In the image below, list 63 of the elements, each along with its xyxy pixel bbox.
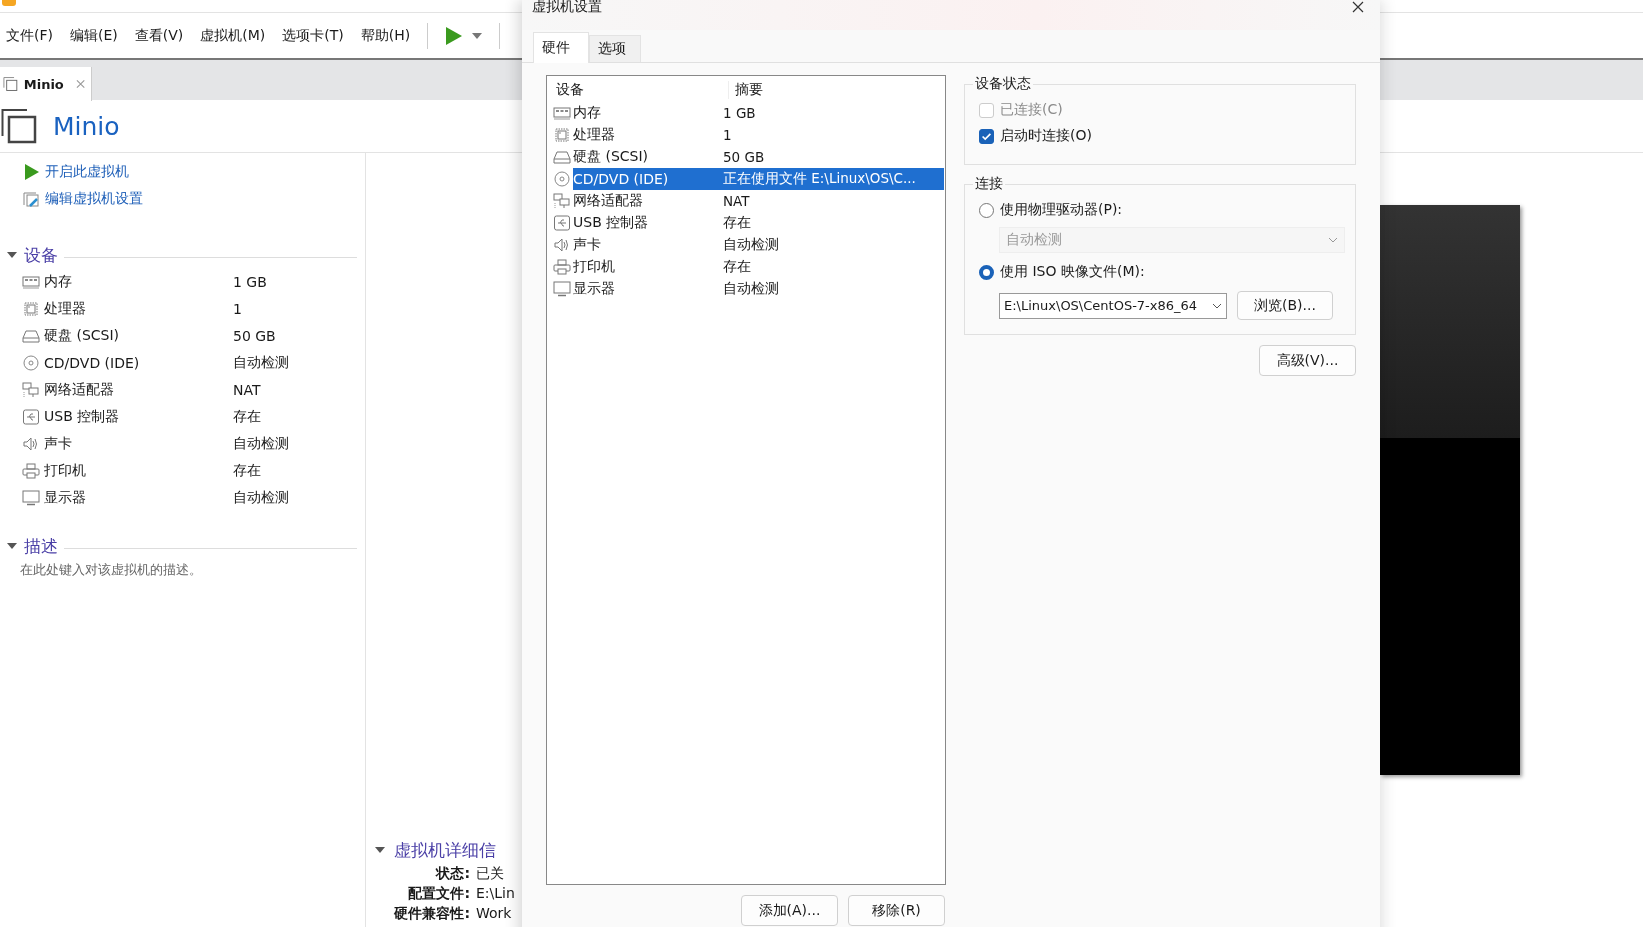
device-name[interactable]: 声卡	[44, 434, 233, 453]
hardware-row[interactable]: 硬盘 (SCSI) 50 GB	[573, 146, 944, 168]
section-title: 设备	[24, 243, 58, 267]
device-summary: 自动检测	[233, 353, 289, 372]
device-name[interactable]: 显示器	[44, 488, 233, 507]
menu-item[interactable]: 编辑(E)	[70, 24, 118, 47]
hardware-row[interactable]: USB 控制器 存在	[573, 212, 944, 234]
device-summary: 存在	[233, 461, 261, 480]
device-name[interactable]: 内存	[44, 272, 233, 291]
dialog-tab[interactable]: 选项	[589, 35, 641, 62]
menu-item[interactable]: 查看(V)	[134, 24, 184, 47]
menu-item[interactable]: 帮助(H)	[360, 24, 411, 47]
device-name[interactable]: 硬盘 (SCSI)	[44, 326, 233, 345]
device-name[interactable]: 打印机	[44, 461, 233, 480]
dialog-button[interactable]: 添加(A)...	[741, 895, 838, 926]
device-name[interactable]: CD/DVD (IDE)	[44, 354, 233, 371]
device-summary: 50 GB	[233, 327, 276, 344]
detail-label: 状态:	[434, 865, 470, 883]
device-name[interactable]: USB 控制器	[44, 407, 233, 426]
description-placeholder[interactable]: 在此处键入对该虚拟机的描述。	[0, 561, 365, 579]
browse-button[interactable]: 浏览(B)...	[1237, 291, 1333, 320]
menu-item[interactable]: 选项卡(T)	[282, 24, 344, 47]
device-summary: NAT	[233, 381, 261, 398]
detail-label: 硬件兼容性:	[393, 905, 470, 923]
group-title: 设备状态	[974, 75, 1032, 93]
section-title: 虚拟机详细信	[394, 838, 496, 862]
advanced-button[interactable]: 高级(V)...	[1259, 345, 1356, 376]
section-title: 描述	[24, 534, 58, 558]
detail-label: 配置文件:	[407, 885, 470, 903]
tab-label: Minio	[23, 76, 64, 92]
dialog-button[interactable]: 移除(R)	[848, 895, 945, 926]
hardware-row[interactable]: 声卡 自动检测	[573, 234, 944, 256]
device-summary: 存在	[233, 407, 261, 426]
group-title: 连接	[974, 175, 1004, 193]
device-name[interactable]: 网络适配器	[44, 380, 233, 399]
device-summary: 自动检测	[233, 488, 289, 507]
detail-value: Work	[476, 905, 512, 923]
device-summary: 1 GB	[233, 273, 267, 290]
device-summary: 自动检测	[233, 434, 289, 453]
action-link[interactable]: 开启此虚拟机	[23, 161, 365, 182]
vm-tab[interactable]: Minio	[0, 67, 92, 101]
hardware-row[interactable]: 打印机 存在	[573, 256, 944, 278]
device-name[interactable]: 处理器	[44, 299, 233, 318]
hardware-row[interactable]: 网络适配器 NAT	[573, 190, 944, 212]
column-header[interactable]: 设备	[548, 81, 729, 99]
column-header[interactable]: 摘要	[729, 81, 763, 99]
device-summary: 1	[233, 300, 242, 317]
dialog-title: 虚拟机设置	[532, 0, 602, 16]
menu-item[interactable]: 文件(F)	[6, 24, 53, 47]
hardware-row[interactable]: CD/DVD (IDE) 正在使用文件 E:\Linux\OS\C...	[573, 168, 944, 190]
menu-item[interactable]: 虚拟机(M)	[200, 24, 266, 47]
iso-path-dropdown[interactable]: E:\Linux\OS\CentOS-7-x86_64	[999, 292, 1227, 319]
detail-value: E:\Lin	[476, 885, 515, 903]
checkbox-label[interactable]: 启动时连接(O)	[1000, 127, 1092, 145]
hardware-row[interactable]: 显示器 自动检测	[573, 278, 944, 300]
dialog-tab[interactable]: 硬件	[533, 32, 589, 63]
hardware-row[interactable]: 内存 1 GB	[573, 102, 944, 124]
action-link[interactable]: 编辑虚拟机设置	[23, 188, 365, 209]
vm-title: Minio	[53, 111, 120, 141]
radio-label[interactable]: 使用 ISO 映像文件(M):	[1000, 263, 1145, 281]
radio-label[interactable]: 使用物理驱动器(P):	[1000, 201, 1123, 219]
hardware-row[interactable]: 处理器 1	[573, 124, 944, 146]
detail-value: 已关	[476, 865, 504, 883]
